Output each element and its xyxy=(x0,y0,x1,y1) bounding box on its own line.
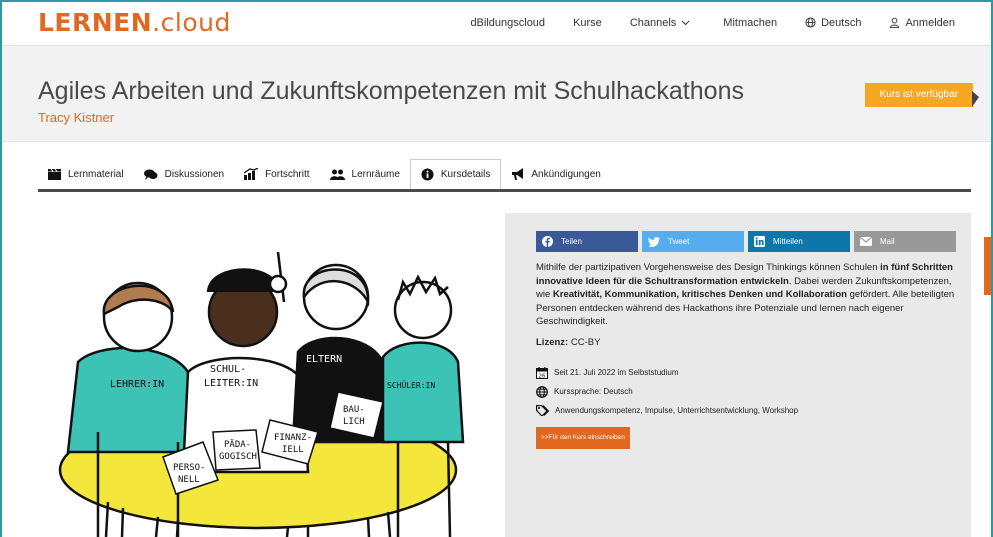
tab-ankuendigungen-label: Ankündigungen xyxy=(531,168,601,180)
share-mail-button[interactable]: Mail xyxy=(854,231,956,252)
main-nav: dBildungscloud Kurse Channels Mitmachen … xyxy=(442,17,955,29)
start-date-text: Seit 21. Juli 2022 im Selbststudium xyxy=(554,368,679,377)
nav-channels-label: Channels xyxy=(629,16,677,29)
course-title: Agiles Arbeiten und Zukunftskompetenzen … xyxy=(38,77,744,105)
paper-finanziell-1: FINANZ- xyxy=(274,433,312,443)
shirt-label-schueler: SCHÜLER:IN xyxy=(387,380,435,390)
shirt-label-schulleiter-2: LEITER:IN xyxy=(204,378,258,389)
share-twitter-button[interactable]: Tweet xyxy=(642,231,744,252)
login-label: Anmelden xyxy=(905,16,955,29)
share-buttons: Teilen Tweet Mitteilen Mail xyxy=(536,231,956,252)
badge-ribbon-tail xyxy=(972,91,979,107)
paper-baulich-2: LICH xyxy=(343,417,365,427)
paper-finanziell-2: IELL xyxy=(282,445,304,455)
paper-baulich-1: BAU- xyxy=(343,405,365,415)
twitter-icon xyxy=(648,236,660,247)
login-link[interactable]: Anmelden xyxy=(889,17,955,29)
top-navigation: LERNEN.cloud dBildungscloud Kurse Channe… xyxy=(0,0,993,46)
share-facebook-button[interactable]: Teilen xyxy=(536,231,638,252)
language-selector[interactable]: Deutsch xyxy=(805,17,861,29)
calendar-day-number: 26 xyxy=(539,373,546,379)
course-tags-text: Anwendungskompetenz, Impulse, Unterricht… xyxy=(555,405,799,415)
nav-dbildungscloud-label: dBildungscloud xyxy=(470,16,546,29)
progress-chart-icon xyxy=(244,168,259,180)
facebook-icon xyxy=(542,236,553,247)
license-label: Lizenz: xyxy=(536,336,569,348)
paper-paedagogisch-1: PÄDA- xyxy=(224,439,251,450)
logo-rest-text: .cloud xyxy=(152,8,231,37)
meta-language: Kurssprache: Deutsch xyxy=(536,385,956,398)
side-feedback-tab[interactable] xyxy=(984,237,993,295)
tab-fortschritt-label: Fortschritt xyxy=(265,168,310,180)
course-header: Agiles Arbeiten und Zukunftskompetenzen … xyxy=(0,46,993,142)
meta-start-date: 26 Seit 21. Juli 2022 im Selbststudium xyxy=(536,366,956,379)
nav-mitmachen-label: Mitmachen xyxy=(723,16,778,29)
license-value: CC-BY xyxy=(568,336,601,348)
tab-lernraeume[interactable]: Lernräume xyxy=(320,159,410,189)
nav-dbildungscloud[interactable]: dBildungscloud xyxy=(470,17,545,29)
tab-diskussionen-label: Diskussionen xyxy=(164,168,225,180)
logo-bold-text: LERNEN xyxy=(38,8,153,37)
course-language-text: Kurssprache: Deutsch xyxy=(554,387,633,396)
meta-tags: Anwendungskompetenz, Impulse, Unterricht… xyxy=(536,404,956,416)
course-author[interactable]: Tracy Kistner xyxy=(38,110,955,125)
linkedin-icon xyxy=(754,236,765,247)
nav-channels[interactable]: Channels xyxy=(630,17,695,29)
comments-icon xyxy=(143,169,158,180)
site-logo[interactable]: LERNEN.cloud xyxy=(38,8,231,37)
tab-lernraeume-label: Lernräume xyxy=(351,168,400,180)
course-illustration: LEHRER:IN SCHUL- LEITER:IN ELTERN SCHÜLE… xyxy=(38,212,494,537)
tab-lernmaterial-label: Lernmaterial xyxy=(68,168,124,180)
shirt-label-schulleiter-1: SCHUL- xyxy=(210,364,246,375)
desc-part-1: Mithilfe der partizipativen Vorgehenswei… xyxy=(536,262,881,273)
desc-part-4: Kreativität, Kommunikation, kritisches D… xyxy=(552,289,847,300)
info-circle-icon xyxy=(421,168,434,181)
share-mail-label: Mail xyxy=(880,237,895,246)
tab-ankuendigungen[interactable]: Ankündigungen xyxy=(501,159,611,189)
tab-lernmaterial[interactable]: Lernmaterial xyxy=(38,159,134,189)
share-linkedin-label: Mitteilen xyxy=(773,237,803,246)
enroll-button[interactable]: >>Für den Kurs einschreiben xyxy=(536,426,630,449)
hackathon-drawing: LEHRER:IN SCHUL- LEITER:IN ELTERN SCHÜLE… xyxy=(58,251,465,537)
chevron-down-icon xyxy=(681,20,690,25)
status-badge: Kurs ist verfügbar xyxy=(864,83,973,107)
tab-kursdetails-label: Kursdetails xyxy=(440,169,491,180)
nav-kurse[interactable]: Kurse xyxy=(573,17,602,29)
nav-mitmachen[interactable]: Mitmachen xyxy=(723,17,777,29)
share-facebook-label: Teilen xyxy=(561,237,582,246)
course-description: Mithilfe der partizipativen Vorgehenswei… xyxy=(536,261,956,329)
tags-icon xyxy=(536,404,549,416)
tab-fortschritt[interactable]: Fortschritt xyxy=(234,159,319,189)
user-icon xyxy=(890,17,900,28)
nav-kurse-label: Kurse xyxy=(573,16,602,29)
course-details-panel: Teilen Tweet Mitteilen Mail Mithilfe der… xyxy=(505,213,971,537)
megaphone-icon xyxy=(512,168,524,180)
clapperboard-icon xyxy=(48,168,61,180)
shirt-label-eltern: ELTERN xyxy=(306,354,342,365)
shirt-label-lehrer: LEHRER:IN xyxy=(110,379,164,390)
users-icon xyxy=(329,169,345,180)
calendar-icon: 26 xyxy=(536,366,548,379)
paper-personell-1: PERSO- xyxy=(173,463,206,473)
globe-icon xyxy=(536,385,548,398)
tab-kursdetails[interactable]: Kursdetails xyxy=(409,159,502,189)
language-label: Deutsch xyxy=(821,16,862,29)
paper-paedagogisch-2: GOGISCH xyxy=(219,452,257,462)
license-line: Lizenz: CC-BY xyxy=(536,337,956,348)
course-meta: 26 Seit 21. Juli 2022 im Selbststudium K… xyxy=(536,366,956,416)
share-linkedin-button[interactable]: Mitteilen xyxy=(748,231,850,252)
envelope-icon xyxy=(860,237,872,246)
globe-icon xyxy=(805,17,816,28)
course-tabs: Lernmaterial Diskussionen Fortschritt Le… xyxy=(38,159,971,192)
paper-personell-2: NELL xyxy=(178,475,200,485)
share-twitter-label: Tweet xyxy=(668,237,690,246)
tab-diskussionen[interactable]: Diskussionen xyxy=(134,159,234,189)
